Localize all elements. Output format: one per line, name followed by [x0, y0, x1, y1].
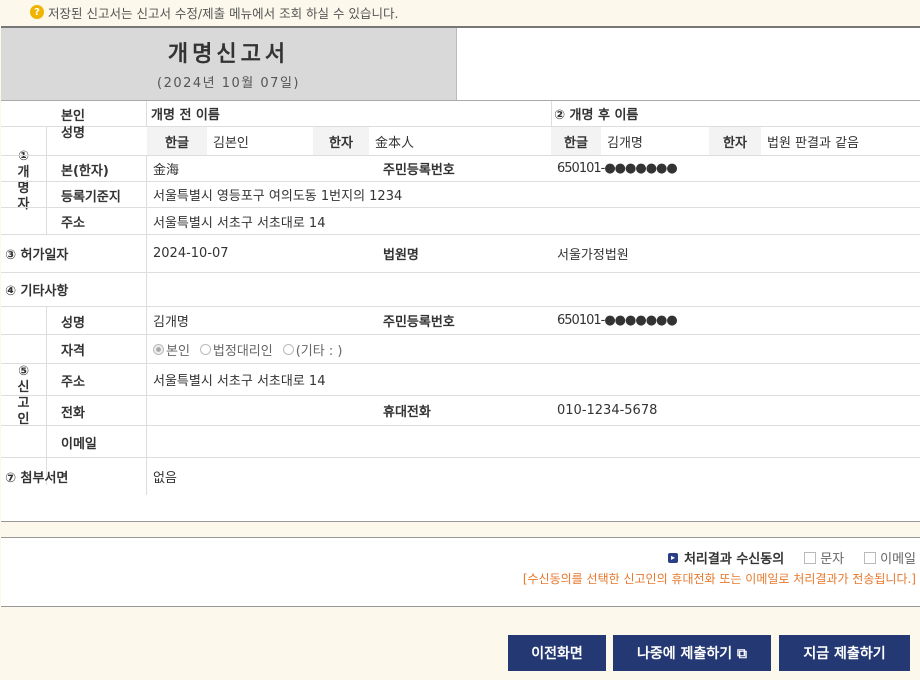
addr-label: 주소	[47, 208, 147, 235]
reporter-rrn-label: 주민등록번호	[383, 315, 455, 330]
radio-icon	[153, 343, 164, 355]
form-date: (2024년 10월 07일)	[157, 76, 300, 91]
reporter-addr-value: 서울특별시 서초구 서초대로 14	[153, 374, 326, 389]
rrn-value: 650101-●●●●●●●	[557, 161, 678, 176]
question-icon: ?	[30, 5, 44, 19]
addr-value: 서울특별시 서초구 서초대로 14	[153, 215, 326, 231]
after-hanja-value: 법원 판결과 같음	[767, 135, 859, 151]
reg-label: 등록기준지	[47, 182, 147, 208]
permit-label: ③ 허가일자	[1, 235, 147, 272]
reporter-qual-row: 자격 본인 법정대리인 (기타 : )	[1, 335, 920, 364]
consent-sms-checkbox[interactable]: 문자	[804, 548, 844, 567]
checkbox-icon	[804, 551, 817, 564]
consent-email-checkbox[interactable]: 이메일	[864, 548, 916, 567]
before-name-header: 개명 전 이름	[151, 108, 220, 123]
qual-radio-other[interactable]: (기타 : )	[282, 340, 343, 359]
after-hanja-label: 한자	[709, 127, 761, 155]
court-value: 서울가정법원	[557, 248, 629, 263]
after-hangul-label: 한글	[551, 127, 601, 155]
checkbox-label: 문자	[820, 552, 845, 567]
submit-now-button[interactable]: 지금 제출하기	[779, 635, 910, 671]
radio-label: 법정대리인	[212, 343, 273, 359]
before-hanja-label: 한자	[313, 127, 369, 155]
reporter-email-label: 이메일	[47, 426, 147, 458]
bon-value: 金海	[153, 163, 180, 178]
arrow-right-icon: ▸	[667, 552, 678, 563]
form-grid: ① 개 명 자 본인 개명 전 이름 ② 개명 후 이름 성명 한글 김본인 한…	[1, 100, 920, 495]
attach-label: ⑦ 첨부서면	[1, 458, 147, 495]
reg-value: 서울특별시 영등포구 여의도동 1번지의 1234	[153, 189, 403, 204]
form-title-box: 개명신고서 (2024년 10월 07일)	[1, 28, 457, 100]
permit-row: ③ 허가일자 2024-10-07 법원명 서울가정법원	[1, 235, 920, 273]
notice-bar: ? 저장된 신고서는 신고서 수정/제출 메뉴에서 조회 하실 수 있습니다.	[30, 2, 398, 22]
etc-label: ④ 기타사항	[1, 273, 147, 306]
prev-button[interactable]: 이전화면	[508, 635, 606, 671]
reporter-email-value	[147, 426, 920, 457]
notice-text: 저장된 신고서는 신고서 수정/제출 메뉴에서 조회 하실 수 있습니다.	[48, 5, 399, 21]
bon-label: 본(한자)	[47, 156, 147, 182]
before-hangul-value: 김본인	[213, 135, 249, 151]
etc-row: ④ 기타사항	[1, 273, 920, 307]
radio-icon	[199, 343, 211, 355]
submit-later-button[interactable]: 나중에 제출하기 ⧉	[613, 635, 771, 671]
reporter-email-row: 이메일	[1, 426, 920, 458]
reporter-phone-value	[147, 396, 369, 425]
court-label: 법원명	[383, 248, 419, 263]
reporter-name-row: 성명 김개명 주민등록번호 650101-●●●●●●●	[1, 307, 920, 335]
reporter-rrn-value: 650101-●●●●●●●	[557, 313, 678, 328]
after-name-header: ② 개명 후 이름	[551, 101, 920, 126]
rrn-label: 주민등록번호	[383, 163, 455, 178]
consent-line: ▸ 처리결과 수신동의 문자 이메일	[667, 548, 916, 567]
before-hangul-label: 한글	[147, 127, 207, 155]
reporter-mobile-label: 휴대전화	[383, 405, 431, 420]
qual-radio-legal-rep[interactable]: 법정대리인	[199, 340, 273, 359]
reporter-qual-label: 자격	[47, 335, 147, 364]
etc-value	[147, 273, 920, 306]
consent-label: 처리결과 수신동의	[683, 552, 785, 567]
radio-label: 본인	[166, 343, 190, 359]
qual-radio-self[interactable]: 본인	[153, 340, 190, 359]
consent-note: [수신동의를 선택한 신고인의 휴대전화 또는 이메일로 처리결과가 전송됩니다…	[522, 572, 916, 586]
form-title: 개명신고서	[167, 42, 290, 67]
report-form: 개명신고서 (2024년 10월 07일) ① 개 명 자 본인 개명 전 이름…	[1, 26, 920, 522]
reporter-addr-label: 주소	[47, 364, 147, 396]
radio-label: (기타 : )	[295, 343, 343, 359]
before-hanja-value: 金本人	[375, 135, 415, 151]
reporter-mobile-value: 010-1234-5678	[557, 403, 658, 418]
addr-row: 주소 서울특별시 서초구 서초대로 14	[1, 208, 920, 235]
attach-value: 없음	[153, 471, 177, 486]
radio-icon	[282, 343, 294, 355]
attach-row: ⑦ 첨부서면 없음	[1, 458, 920, 495]
consent-box: ▸ 처리결과 수신동의 문자 이메일 [수신동의를 선택한 신고인의 휴대전화 …	[1, 537, 920, 607]
checkbox-label: 이메일	[880, 552, 916, 567]
reporter-name-value: 김개명	[153, 315, 189, 330]
permit-value: 2024-10-07	[153, 246, 229, 261]
reporter-name-label: 성명	[47, 307, 147, 335]
name-detail-row: 성명 한글 김본인 한자 金本人 한글 김개명 한자 법원 판결과 같음	[1, 126, 920, 156]
bon-row: 본(한자) 金海 주민등록번호 650101-●●●●●●●	[1, 156, 920, 182]
name-label-2: 성명	[61, 126, 85, 141]
reg-row: 등록기준지 서울특별시 영등포구 여의도동 1번지의 1234	[1, 182, 920, 208]
reporter-phone-label: 전화	[47, 396, 147, 426]
reporter-phone-row: 전화 휴대전화 010-1234-5678	[1, 396, 920, 426]
reporter-addr-row: 주소 서울특별시 서초구 서초대로 14	[1, 364, 920, 396]
qual-options: 본인 법정대리인 (기타 : )	[147, 335, 920, 363]
checkbox-icon	[864, 551, 877, 564]
after-hangul-value: 김개명	[607, 135, 643, 151]
